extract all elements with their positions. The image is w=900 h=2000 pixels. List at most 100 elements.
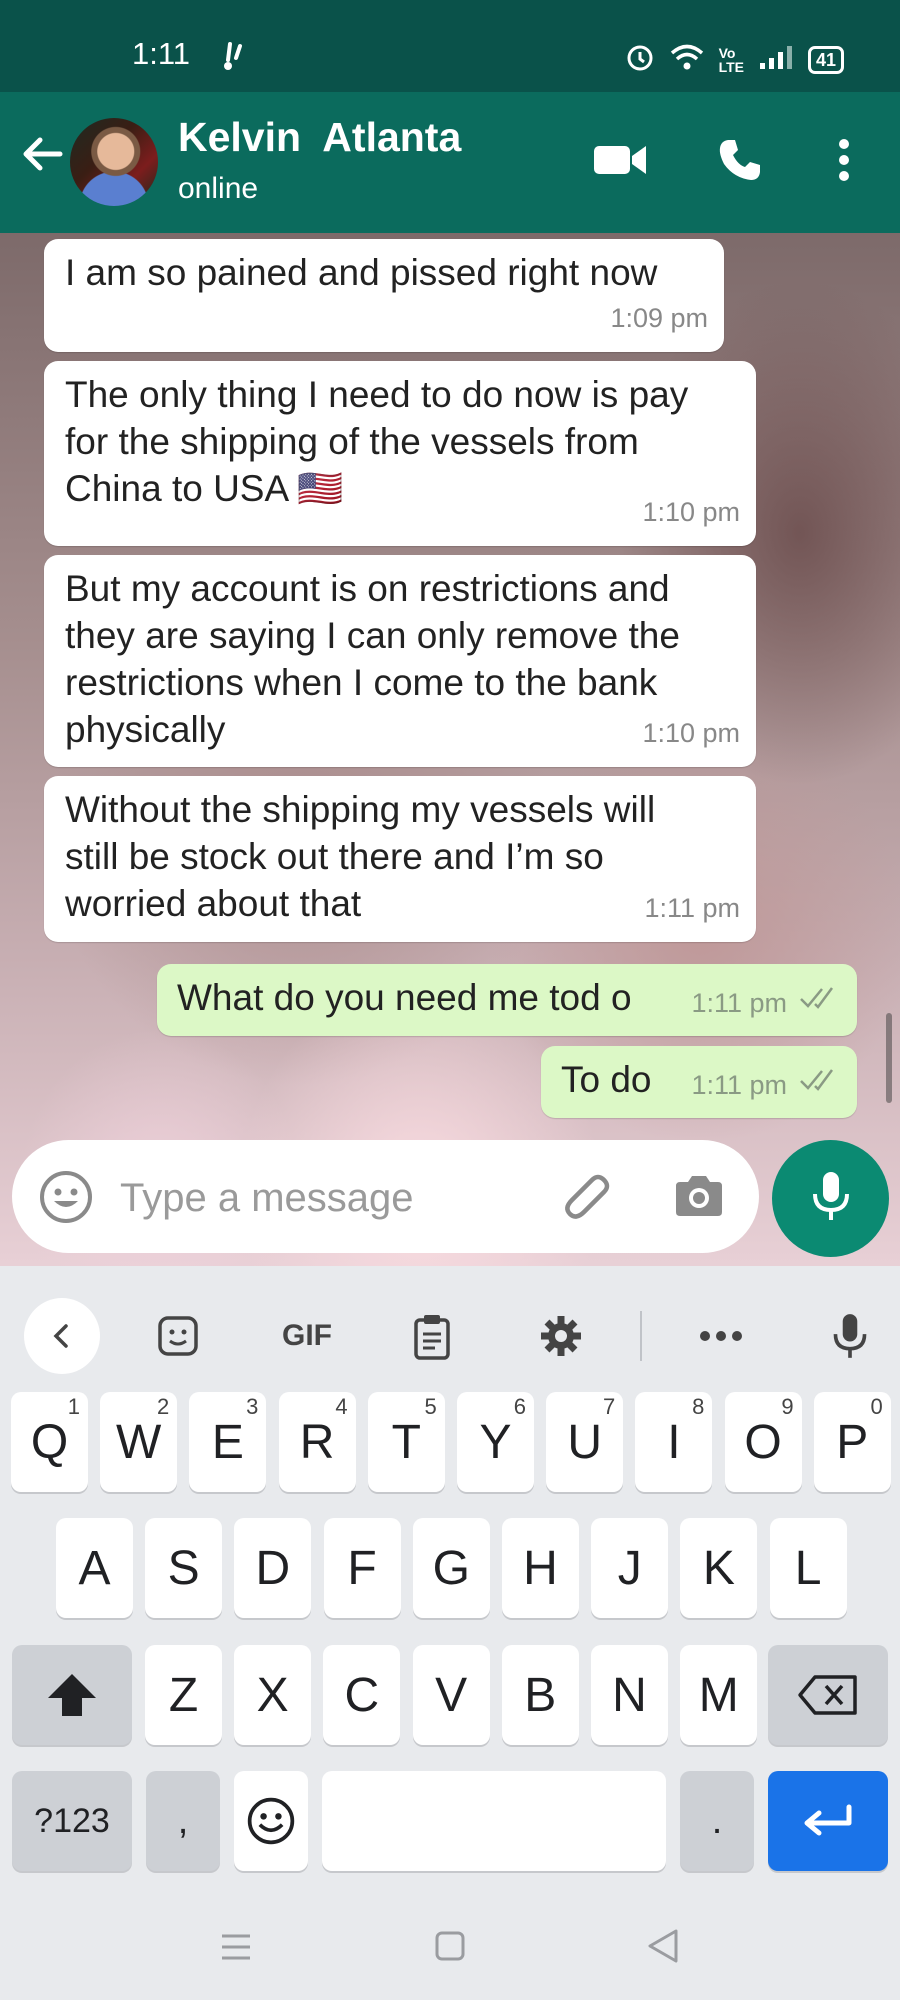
message-text: I am so pained and pissed right now <box>65 252 658 293</box>
status-icons: Vo LTE 41 <box>625 42 844 77</box>
key-k[interactable]: K <box>680 1518 758 1618</box>
emoji-icon[interactable] <box>38 1169 94 1230</box>
system-nav-bar <box>0 1894 900 2000</box>
key-hint: 1 <box>67 1394 80 1419</box>
key-label: T <box>391 1415 421 1469</box>
key-label: W <box>116 1415 162 1469</box>
emoji-icon <box>247 1797 295 1845</box>
key-m[interactable]: M <box>680 1645 758 1745</box>
key-c[interactable]: C <box>323 1645 401 1745</box>
key-n[interactable]: N <box>591 1645 668 1745</box>
key-h[interactable]: H <box>502 1518 579 1618</box>
key-j[interactable]: J <box>591 1518 669 1618</box>
key-b[interactable]: B <box>501 1645 579 1745</box>
shift-arrow-icon <box>48 1674 96 1716</box>
backspace-key[interactable] <box>768 1645 888 1745</box>
key-z[interactable]: Z <box>145 1645 222 1745</box>
emoji-key[interactable] <box>234 1771 308 1871</box>
message-input[interactable]: Type a message <box>120 1176 414 1221</box>
message-text: What do you need me tod o <box>177 977 632 1018</box>
read-ticks-icon <box>799 1057 843 1104</box>
chevron-left-icon <box>53 1324 68 1348</box>
chat-area[interactable]: I am so pained and pissed right now 1:09… <box>0 233 900 1266</box>
back-nav-icon[interactable] <box>646 1928 680 1969</box>
key-label: Y <box>479 1415 512 1469</box>
menu-nav-icon[interactable] <box>220 1932 252 1967</box>
collapse-toolbar-button[interactable] <box>24 1298 100 1374</box>
key-hint: 0 <box>870 1394 883 1419</box>
voice-call-icon[interactable] <box>712 132 768 188</box>
scrollbar[interactable] <box>886 1013 892 1103</box>
key-hint: 2 <box>156 1394 170 1419</box>
more-icon[interactable] <box>691 1306 751 1366</box>
key-v[interactable]: V <box>412 1645 490 1745</box>
home-nav-icon[interactable] <box>434 1930 466 1967</box>
sticker-icon[interactable] <box>148 1306 208 1366</box>
key-e[interactable]: E3 <box>189 1392 267 1492</box>
key-t[interactable]: T5 <box>367 1392 445 1492</box>
message-bubble[interactable]: The only thing I need to do now is pay f… <box>44 361 756 546</box>
enter-key[interactable] <box>768 1771 888 1871</box>
key-r[interactable]: R4 <box>278 1392 356 1492</box>
key-hint: 3 <box>246 1394 259 1419</box>
attach-icon[interactable] <box>560 1170 616 1231</box>
message-composer[interactable]: Type a message <box>12 1140 759 1253</box>
key-l[interactable]: L <box>769 1518 847 1618</box>
wifi-icon <box>669 42 705 77</box>
message-time: 1:11 pm <box>691 1070 787 1100</box>
voice-message-button[interactable] <box>772 1140 889 1257</box>
key-y[interactable]: Y6 <box>457 1392 534 1492</box>
voice-input-mic-icon[interactable] <box>820 1306 880 1366</box>
key-hint: 8 <box>692 1394 705 1419</box>
settings-gear-icon[interactable] <box>531 1306 591 1366</box>
key-hint: 5 <box>424 1394 437 1419</box>
message-time: 1:09 pm <box>610 303 708 333</box>
key-p[interactable]: P0 <box>813 1392 891 1492</box>
toolbar-divider <box>640 1311 642 1361</box>
key-q[interactable]: Q1 <box>11 1392 88 1492</box>
key-o[interactable]: O9 <box>724 1392 802 1492</box>
key-f[interactable]: F <box>323 1518 401 1618</box>
message-bubble[interactable]: I am so pained and pissed right now 1:09… <box>44 239 724 352</box>
clipboard-icon[interactable] <box>402 1306 462 1366</box>
key-label: P <box>836 1415 869 1469</box>
alarm-icon <box>625 42 655 77</box>
message-bubble-outgoing[interactable]: What do you need me tod o 1:11 pm <box>157 964 857 1036</box>
comma-key[interactable]: , <box>146 1771 220 1871</box>
period-key[interactable]: . <box>680 1771 754 1871</box>
shift-key[interactable] <box>12 1645 132 1745</box>
space-bar[interactable] <box>322 1771 666 1871</box>
key-label: Q <box>30 1415 69 1469</box>
message-bubble-outgoing[interactable]: To do 1:11 pm <box>541 1046 857 1118</box>
key-g[interactable]: G <box>412 1518 490 1618</box>
back-arrow-icon[interactable] <box>18 130 66 178</box>
gif-button[interactable]: GIF <box>272 1306 342 1366</box>
message-bubble[interactable]: Without the shipping my vessels will sti… <box>44 776 756 942</box>
contact-name[interactable]: Kelvin Atlanta <box>178 114 461 161</box>
message-text: The only thing I need to do now is pay f… <box>65 374 689 509</box>
key-d[interactable]: D <box>234 1518 312 1618</box>
key-w[interactable]: W2 <box>100 1392 178 1492</box>
key-x[interactable]: X <box>234 1645 312 1745</box>
message-bubble[interactable]: But my account is on restrictions and th… <box>44 555 756 767</box>
symbols-key[interactable]: ?123 <box>12 1771 132 1871</box>
message-time: 1:10 pm <box>642 718 740 748</box>
message-text: But my account is on restrictions and th… <box>65 568 680 750</box>
key-i[interactable]: I8 <box>635 1392 713 1492</box>
mic-icon <box>809 1168 853 1229</box>
battery-level: 41 <box>815 49 836 70</box>
key-a[interactable]: A <box>56 1518 133 1618</box>
key-label: O <box>744 1415 782 1469</box>
key-s[interactable]: S <box>145 1518 223 1618</box>
key-hint: 7 <box>602 1394 616 1419</box>
key-u[interactable]: U7 <box>546 1392 624 1492</box>
video-call-icon[interactable] <box>592 132 648 188</box>
message-text: Without the shipping my vessels will sti… <box>65 789 656 924</box>
read-ticks-icon <box>799 975 843 1022</box>
keyboard: GIF ?123 , . Q1W2E3R4T5Y6U7I8O9P0ASDFGHJ… <box>0 1266 900 2000</box>
volte-icon: Vo LTE <box>718 44 744 75</box>
contact-avatar[interactable] <box>70 118 158 206</box>
camera-icon[interactable] <box>672 1172 726 1225</box>
key-label: E <box>211 1415 244 1469</box>
more-options-icon[interactable] <box>816 132 872 188</box>
